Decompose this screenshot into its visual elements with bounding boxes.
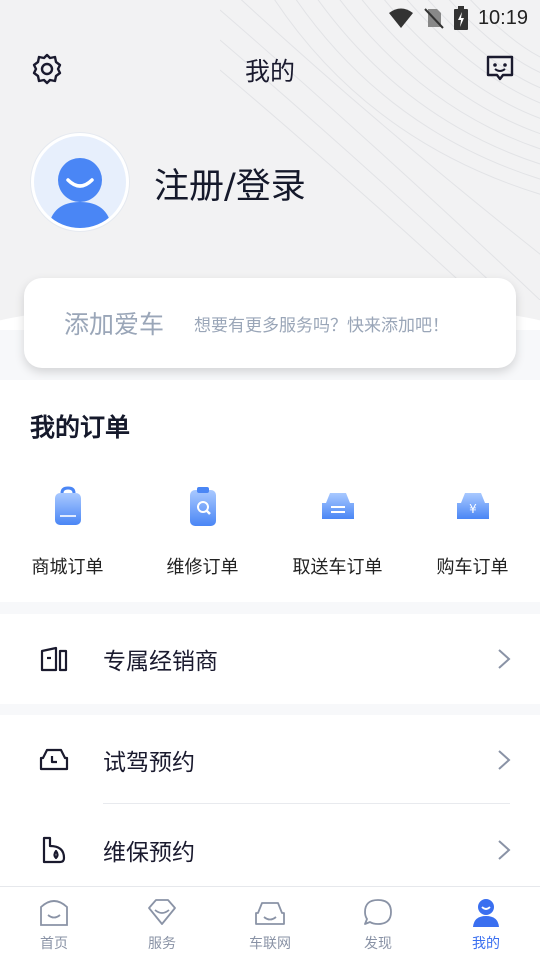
menu-item-maintenance[interactable]: 维保预约 bbox=[0, 805, 540, 895]
tab-car-network-label: 车联网 bbox=[249, 936, 291, 952]
chevron-right-icon bbox=[498, 649, 511, 669]
car-network-icon bbox=[255, 902, 285, 925]
orders-title: 我的订单 bbox=[30, 413, 131, 442]
menu-item-test-drive[interactable]: 试驾预约 bbox=[0, 715, 540, 805]
appointments-block: 试驾预约 维保预约 bbox=[0, 715, 540, 886]
tab-home[interactable]: 首页 bbox=[0, 887, 108, 960]
order-transfer[interactable]: 取送车订单 bbox=[270, 485, 405, 579]
home-icon bbox=[40, 900, 68, 926]
order-shop-label: 商城订单 bbox=[31, 557, 104, 578]
no-sim-icon bbox=[424, 8, 444, 29]
add-car-label: 添加爱车 bbox=[64, 310, 165, 339]
menu-item-dealer-label: 专属经销商 bbox=[103, 649, 218, 675]
add-car-hint: 想要有更多服务吗？快来添加吧！ bbox=[194, 315, 450, 336]
status-bar: 10:19 bbox=[0, 0, 540, 36]
menu-item-test-drive-label: 试驾预约 bbox=[103, 750, 195, 776]
message-icon[interactable] bbox=[484, 52, 516, 84]
order-repair-label: 维修订单 bbox=[166, 557, 239, 578]
divider bbox=[103, 803, 510, 804]
test-drive-icon bbox=[39, 748, 69, 771]
discover-icon bbox=[364, 899, 392, 925]
shopping-bag-icon bbox=[54, 486, 81, 525]
tab-service-label: 服务 bbox=[148, 936, 176, 952]
menu-item-dealer[interactable]: 专属经销商 bbox=[0, 614, 540, 704]
car-transfer-icon bbox=[321, 493, 354, 519]
profile-icon bbox=[473, 899, 499, 927]
login-link[interactable]: 注册/登录 bbox=[154, 158, 306, 209]
car-purchase-icon: ¥ bbox=[456, 493, 489, 519]
top-bar: 我的 bbox=[0, 48, 540, 90]
order-repair[interactable]: 维修订单 bbox=[135, 485, 270, 579]
menu-item-maintenance-label: 维保预约 bbox=[103, 840, 195, 866]
dealer-block: 专属经销商 bbox=[0, 614, 540, 704]
tab-discover[interactable]: 发现 bbox=[324, 887, 432, 960]
user-avatar-icon bbox=[48, 158, 112, 228]
chevron-right-icon bbox=[498, 840, 511, 860]
svg-text:¥: ¥ bbox=[469, 502, 477, 516]
my-orders-section: 我的订单 商城订单 维修订单 取送车订单 ¥ 购车订单 bbox=[0, 380, 540, 602]
page-title: 我的 bbox=[244, 57, 295, 86]
decorative-pattern bbox=[220, 0, 540, 300]
tab-profile-label: 我的 bbox=[472, 936, 500, 952]
order-purchase-label: 购车订单 bbox=[436, 557, 509, 578]
tab-car-network[interactable]: 车联网 bbox=[216, 887, 324, 960]
avatar[interactable] bbox=[31, 133, 129, 231]
repair-clipboard-icon bbox=[189, 487, 216, 526]
tab-profile[interactable]: 我的 bbox=[432, 887, 540, 960]
add-car-card[interactable]: 添加爱车 想要有更多服务吗？快来添加吧！ bbox=[24, 278, 516, 368]
tab-discover-label: 发现 bbox=[364, 936, 392, 952]
order-purchase[interactable]: ¥ 购车订单 bbox=[405, 485, 540, 579]
clock: 10:19 bbox=[477, 6, 528, 29]
chevron-right-icon bbox=[498, 750, 511, 770]
tab-home-label: 首页 bbox=[40, 936, 68, 952]
order-transfer-label: 取送车订单 bbox=[292, 557, 383, 578]
bottom-tab-bar: 首页 服务 车联网 发现 我的 bbox=[0, 886, 540, 960]
maintenance-icon bbox=[42, 836, 66, 864]
order-shop[interactable]: 商城订单 bbox=[0, 485, 135, 579]
service-icon bbox=[148, 899, 176, 925]
wifi-icon bbox=[388, 8, 413, 28]
tab-service[interactable]: 服务 bbox=[108, 887, 216, 960]
dealer-icon bbox=[40, 646, 68, 672]
battery-charging-icon bbox=[453, 6, 468, 30]
